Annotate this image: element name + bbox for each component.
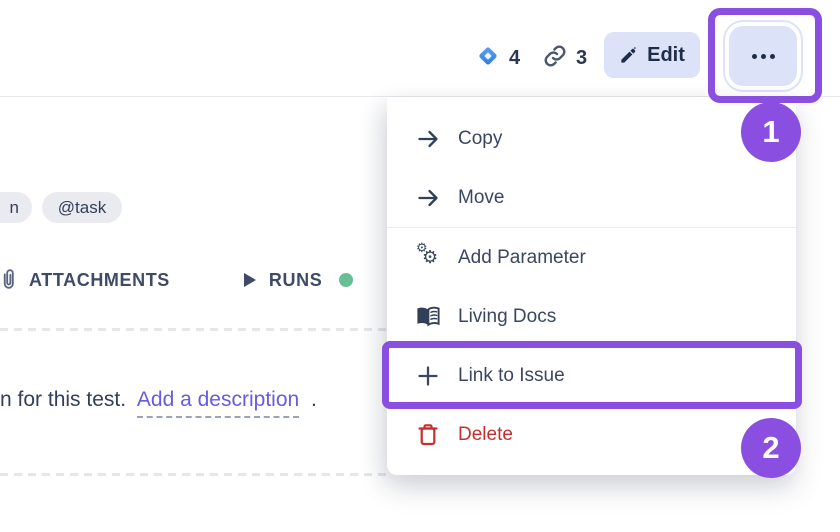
jira-count-value: 4 xyxy=(509,47,520,70)
tutorial-highlight-box-more-button xyxy=(708,8,822,103)
arrow-right-icon xyxy=(415,186,441,210)
description-text: n for this test. xyxy=(0,388,126,411)
paperclip-icon xyxy=(1,266,16,294)
add-description-link[interactable]: Add a description xyxy=(137,388,299,418)
trash-icon xyxy=(415,423,441,447)
open-book-icon xyxy=(415,306,441,328)
edit-button[interactable]: Edit xyxy=(604,32,700,78)
attachments-tab[interactable]: ATTACHMENTS xyxy=(29,270,170,291)
menu-item-delete[interactable]: Delete xyxy=(387,405,796,464)
menu-item-add-parameter[interactable]: ⚙⚙ Add Parameter xyxy=(387,228,796,287)
tag-pill-task[interactable]: @task xyxy=(42,192,122,223)
pencil-icon xyxy=(619,46,638,65)
description-period: . xyxy=(311,388,317,411)
edit-button-label: Edit xyxy=(647,44,685,67)
linked-items-count[interactable]: 3 xyxy=(543,44,587,73)
link-count-value: 3 xyxy=(576,47,587,70)
menu-item-living-docs[interactable]: Living Docs xyxy=(387,287,796,346)
runs-tab[interactable]: RUNS xyxy=(269,270,322,291)
bottom-divider-dashed xyxy=(0,473,388,476)
tag-label: n xyxy=(10,198,19,218)
jira-issue-count[interactable]: 4 xyxy=(476,44,520,73)
menu-item-copy[interactable]: Copy xyxy=(387,109,796,168)
link-icon xyxy=(543,44,567,73)
description-line: n for this test. Add a description . xyxy=(0,388,400,412)
menu-item-move[interactable]: Move xyxy=(387,168,796,227)
test-case-page: 4 3 Edit xyxy=(0,0,840,532)
arrow-right-icon xyxy=(415,127,441,151)
tag-label: @task xyxy=(58,198,106,218)
tutorial-highlight-box-link-to-issue xyxy=(382,341,802,409)
play-icon xyxy=(243,272,257,288)
section-divider-dashed xyxy=(0,328,386,331)
step-2-badge: 2 xyxy=(741,418,801,478)
step-1-badge: 1 xyxy=(741,102,801,162)
section-tabs-row: ATTACHMENTS RUNS xyxy=(0,265,353,295)
more-actions-menu: Copy Move ⚙⚙ Add Parameter xyxy=(387,97,796,475)
gears-icon: ⚙⚙ xyxy=(415,245,441,271)
runs-status-dot xyxy=(339,273,353,287)
tag-pill-truncated[interactable]: n xyxy=(0,192,32,223)
jira-diamond-icon xyxy=(476,44,500,73)
